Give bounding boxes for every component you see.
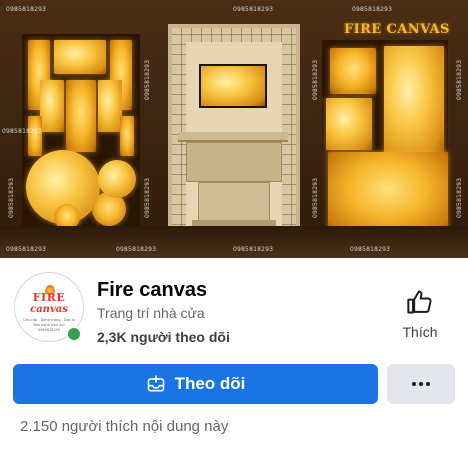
avatar-logo-bottom: canvas <box>30 304 68 315</box>
like-button[interactable]: Thích <box>393 288 447 344</box>
phone-watermark: 0985818293 <box>6 6 47 13</box>
phone-watermark: 0985818293 <box>456 59 463 100</box>
cover-photo[interactable]: FIRE CANVAS 0985818293 0985818293 098581… <box>0 0 468 258</box>
follower-count[interactable]: 2,3K người theo dõi <box>97 329 230 345</box>
avatar-tagline: Ceo cap - Dang trang - Doc la <box>23 318 75 322</box>
phone-watermark: 0985818293 <box>2 128 43 135</box>
follow-inbox-icon <box>147 375 164 392</box>
more-dot <box>426 382 430 386</box>
lit-panel <box>40 80 64 132</box>
more-dot <box>419 382 423 386</box>
more-options-button[interactable] <box>387 364 455 404</box>
lit-circle <box>98 160 136 198</box>
lit-panel <box>330 48 376 94</box>
brand-watermark: FIRE CANVAS <box>344 22 450 37</box>
lit-panel-lotus <box>328 152 448 234</box>
page-category: Trang trí nhà cửa <box>97 305 205 321</box>
page-likes-count: 2.150 người thích nội dung này <box>20 418 229 435</box>
follow-label: Theo dõi <box>174 374 246 393</box>
phone-watermark: 0985818293 <box>233 246 274 253</box>
phone-watermark: 0985818293 <box>352 6 393 13</box>
phone-watermark: 0985818293 <box>144 59 151 100</box>
lit-panel <box>326 98 372 150</box>
online-status-indicator <box>66 326 82 342</box>
lit-panel <box>120 116 134 156</box>
page-title[interactable]: Fire canvas <box>97 279 207 302</box>
like-label: Thích <box>402 324 438 340</box>
phone-watermark: 0985818293 <box>144 177 151 218</box>
lit-panel-buddha <box>384 46 444 156</box>
thumbs-up-icon <box>407 290 432 314</box>
avatar-logo-top: FIRE <box>32 291 66 304</box>
altar-table-top <box>178 132 288 142</box>
lit-panel <box>28 116 42 156</box>
altar-cabinet <box>198 182 270 222</box>
lit-panel <box>66 80 96 152</box>
phone-watermark: 0985818293 <box>8 177 15 218</box>
phone-watermark: 0985818293 <box>6 246 47 253</box>
lit-panel <box>98 80 122 132</box>
lit-panel <box>54 40 106 74</box>
phone-watermark: 0985818293 <box>312 59 319 100</box>
altar-picture <box>199 64 267 108</box>
phone-watermark: 0985818293 <box>233 6 274 13</box>
phone-watermark: 0985818293 <box>350 246 391 253</box>
floor <box>0 226 468 258</box>
more-dots-icon <box>412 382 416 386</box>
follow-button[interactable]: Theo dõi <box>13 364 378 404</box>
phone-watermark: 0985818293 <box>116 246 157 253</box>
phone-watermark: 0985818293 <box>456 177 463 218</box>
phone-watermark: 0985818293 <box>312 177 319 218</box>
altar-table-body <box>186 142 282 182</box>
